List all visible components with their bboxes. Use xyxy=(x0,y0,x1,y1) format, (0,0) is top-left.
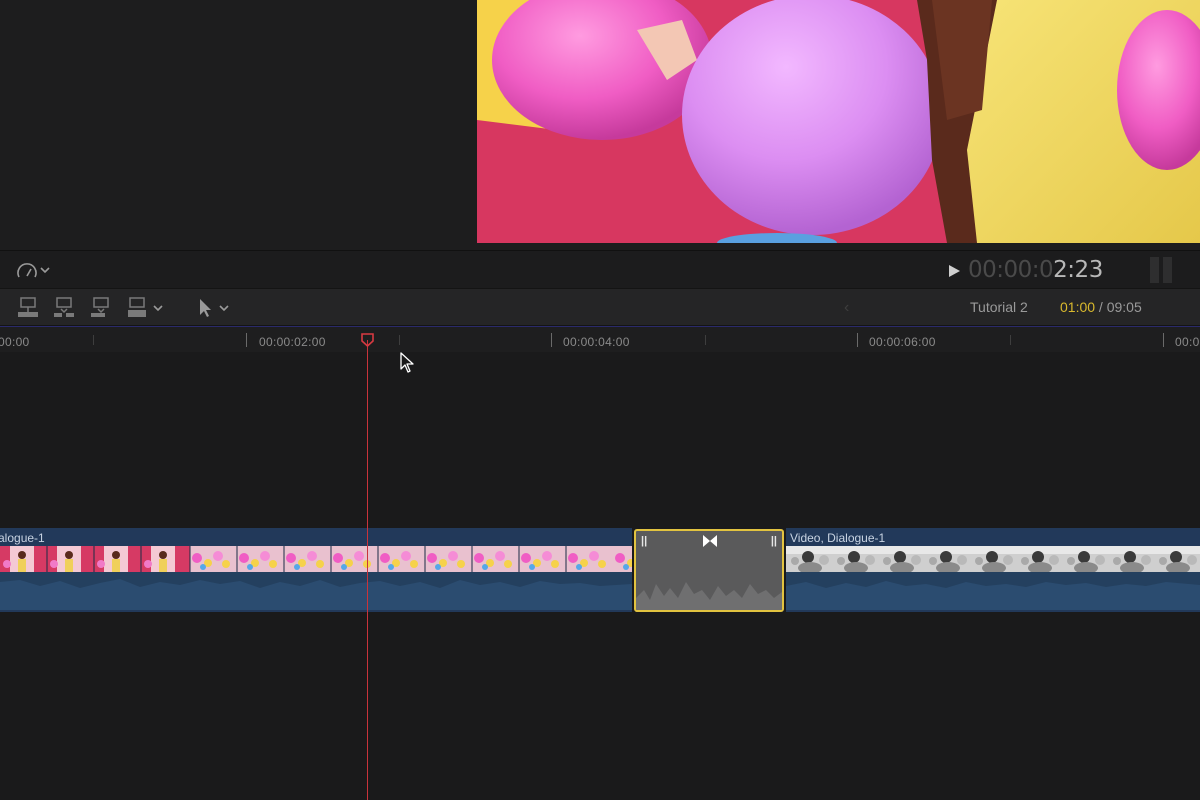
timeline-clip[interactable]: Video, Dialogue-1 xyxy=(786,528,1200,612)
history-back-icon[interactable]: ‹ xyxy=(844,299,858,317)
selection-duration: 01:00 xyxy=(1060,299,1096,315)
total-duration: 09:05 xyxy=(1106,299,1142,315)
duration-separator: / xyxy=(1095,299,1107,315)
timecode-value: 2:23 xyxy=(1053,257,1103,283)
playhead-handle[interactable] xyxy=(361,333,374,348)
clip-label: alogue-1 xyxy=(0,531,45,545)
project-duration: 01:00 / 09:05 xyxy=(1060,299,1142,315)
transition-handle-left[interactable]: || xyxy=(641,535,647,547)
ruler-label: 00:00 xyxy=(0,335,30,349)
transition-handle-right[interactable]: || xyxy=(771,535,777,547)
cross-dissolve-transition[interactable]: || || xyxy=(634,529,784,612)
viewer-control-bar: 00:00:02:23 xyxy=(0,250,1200,288)
video-preview[interactable] xyxy=(477,0,1200,243)
timecode-display: 00:00:02:23 xyxy=(968,257,1103,285)
timeline-toolbar: ‹ Tutorial 2 01:00 / 09:05 xyxy=(0,288,1200,326)
clip-audio-waveform xyxy=(0,572,632,610)
video-frame-image xyxy=(477,0,1200,243)
speedometer-icon[interactable] xyxy=(16,261,56,281)
ruler-label: 00:00:06:00 xyxy=(869,335,936,349)
play-icon[interactable] xyxy=(946,263,962,279)
clip-audio-waveform xyxy=(786,572,1200,610)
ruler-label: 00:00:02:00 xyxy=(259,335,326,349)
timeline-ruler[interactable]: 00:00 00:00:02:00 00:00:04:00 00:00:06:0… xyxy=(0,326,1200,352)
project-name: Tutorial 2 xyxy=(970,299,1028,315)
clip-filmstrip xyxy=(0,546,632,572)
tool-select-menu[interactable] xyxy=(196,296,236,320)
audio-meter[interactable] xyxy=(1150,257,1174,283)
clip-label: Video, Dialogue-1 xyxy=(790,531,886,545)
ruler-label: 00:0 xyxy=(1175,335,1200,349)
transition-bowtie-icon xyxy=(703,535,717,547)
arrow-pointer-icon xyxy=(200,299,229,317)
overwrite-clip-icon[interactable] xyxy=(127,296,167,320)
clip-filmstrip xyxy=(786,546,1200,572)
timeline-clip[interactable]: alogue-1 xyxy=(0,528,632,612)
ruler-label: 00:00:04:00 xyxy=(563,335,630,349)
timecode-leading: 00:00:0 xyxy=(968,257,1054,283)
connect-clip-icon[interactable] xyxy=(16,296,40,320)
insert-clip-icon[interactable] xyxy=(52,296,76,320)
transition-waveform xyxy=(636,582,782,610)
append-clip-icon[interactable] xyxy=(89,296,113,320)
viewer-panel xyxy=(0,0,1200,250)
